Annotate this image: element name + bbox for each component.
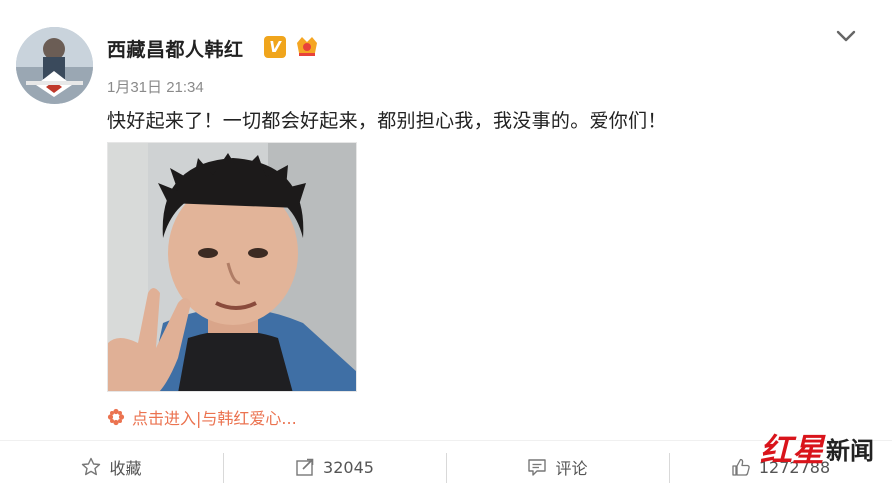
star-icon bbox=[82, 457, 101, 476]
action-toolbar: 收藏 32045 评论 1272788 bbox=[0, 440, 892, 493]
watermark-red: 红星 bbox=[760, 431, 825, 469]
username[interactable]: 西藏昌都人韩红 bbox=[107, 35, 244, 62]
share-icon bbox=[296, 458, 314, 476]
comment-label: 评论 bbox=[555, 459, 588, 478]
topic-link[interactable]: 点击进入|与韩红爱心... bbox=[107, 405, 297, 429]
chevron-down-icon[interactable] bbox=[834, 27, 858, 45]
comment-button[interactable]: 评论 bbox=[446, 441, 669, 493]
verified-badge: V bbox=[264, 36, 286, 58]
favorite-button[interactable]: 收藏 bbox=[0, 441, 223, 493]
favorite-label: 收藏 bbox=[109, 459, 142, 478]
news-watermark: 红星 新闻 bbox=[760, 428, 875, 469]
comment-icon bbox=[528, 459, 547, 476]
flower-icon bbox=[107, 408, 125, 426]
member-crown-icon bbox=[297, 37, 317, 56]
repost-count: 32045 bbox=[323, 457, 374, 477]
repost-button[interactable]: 32045 bbox=[223, 441, 446, 493]
post-photo[interactable] bbox=[107, 142, 357, 392]
post-timestamp[interactable]: 1月31日 21:34 bbox=[107, 76, 204, 97]
watermark-black: 新闻 bbox=[826, 435, 875, 465]
post-text: 快好起来了！一切都会好起来，都别担心我，我没事的。爱你们！ bbox=[107, 110, 667, 132]
topic-label: 点击进入|与韩红爱心... bbox=[132, 409, 297, 428]
photo-selfie bbox=[108, 143, 356, 391]
thumbs-up-icon bbox=[732, 458, 750, 476]
avatar-image bbox=[16, 27, 93, 104]
weibo-post: 西藏昌都人韩红 V 1月31日 21:34 快好起来了！一切都会好起来，都别担心… bbox=[0, 0, 892, 440]
avatar[interactable] bbox=[16, 27, 93, 104]
